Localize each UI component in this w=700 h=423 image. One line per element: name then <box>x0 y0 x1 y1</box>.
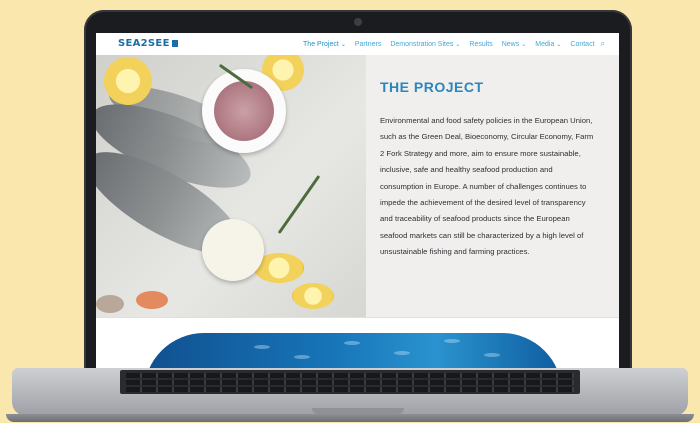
chevron-down-icon: ⌄ <box>455 41 461 48</box>
laptop-lid: SEA2SEE The Project ⌄ Partners Demonstra… <box>84 10 632 380</box>
octopus-shape <box>214 81 274 141</box>
nav-item-partners[interactable]: Partners <box>355 41 381 48</box>
nav-item-media[interactable]: Media ⌄ <box>535 41 561 48</box>
lemon-shape <box>104 57 152 105</box>
camera-icon <box>354 18 362 26</box>
main-menu: The Project ⌄ Partners Demonstration Sit… <box>303 39 605 49</box>
nav-item-the-project[interactable]: The Project ⌄ <box>303 41 346 48</box>
nav-item-label: Results <box>469 40 493 48</box>
fish-school-shape <box>444 339 460 343</box>
nav-item-contact[interactable]: Contact <box>570 41 594 48</box>
laptop-front-edge <box>6 414 694 422</box>
chevron-down-icon: ⌄ <box>340 41 346 48</box>
nav-item-label: Partners <box>354 40 382 48</box>
nav-item-news[interactable]: News ⌄ <box>502 41 527 48</box>
website-screen: SEA2SEE The Project ⌄ Partners Demonstra… <box>96 33 619 370</box>
ocean-image <box>144 333 562 370</box>
bowl-shape <box>202 219 264 281</box>
shrimp-shape <box>136 291 168 309</box>
fish-school-shape <box>294 355 310 359</box>
section-title: THE PROJECT <box>380 79 484 95</box>
herb-shape <box>277 174 321 235</box>
nav-item-label: Media <box>535 40 555 48</box>
nav-item-label: News <box>501 40 520 48</box>
lemon-shape <box>292 283 334 309</box>
project-description: Environmental and food safety policies i… <box>380 116 594 257</box>
chevron-down-icon: ⌄ <box>556 41 562 48</box>
search-icon[interactable]: ⌕ <box>601 39 605 49</box>
key-row <box>126 387 574 392</box>
nav-item-demonstration-sites[interactable]: Demonstration Sites ⌄ <box>390 41 460 48</box>
nav-item-results[interactable]: Results <box>469 41 492 48</box>
fish-school-shape <box>394 351 410 355</box>
top-navigation: SEA2SEE The Project ⌄ Partners Demonstra… <box>96 33 619 55</box>
nav-item-label: The Project <box>303 40 339 48</box>
chevron-down-icon: ⌄ <box>521 41 527 48</box>
shrimp-shape <box>96 295 124 313</box>
key-row <box>126 373 574 378</box>
fish-school-shape <box>344 341 360 345</box>
fish-school-shape <box>254 345 270 349</box>
hero-section: THE PROJECT Environmental and food safet… <box>96 55 619 317</box>
project-text: THE PROJECT Environmental and food safet… <box>380 79 595 261</box>
seafood-photo <box>96 55 366 317</box>
site-logo[interactable]: SEA2SEE <box>118 38 178 49</box>
nav-item-label: Demonstration Sites <box>390 40 454 48</box>
logo-text: SEA2SEE <box>118 38 170 49</box>
fish-school-shape <box>484 353 500 357</box>
next-section <box>96 317 619 370</box>
key-row <box>126 380 574 385</box>
nav-item-label: Contact <box>570 40 595 48</box>
logo-mark-icon <box>171 39 178 47</box>
keyboard <box>120 370 580 394</box>
